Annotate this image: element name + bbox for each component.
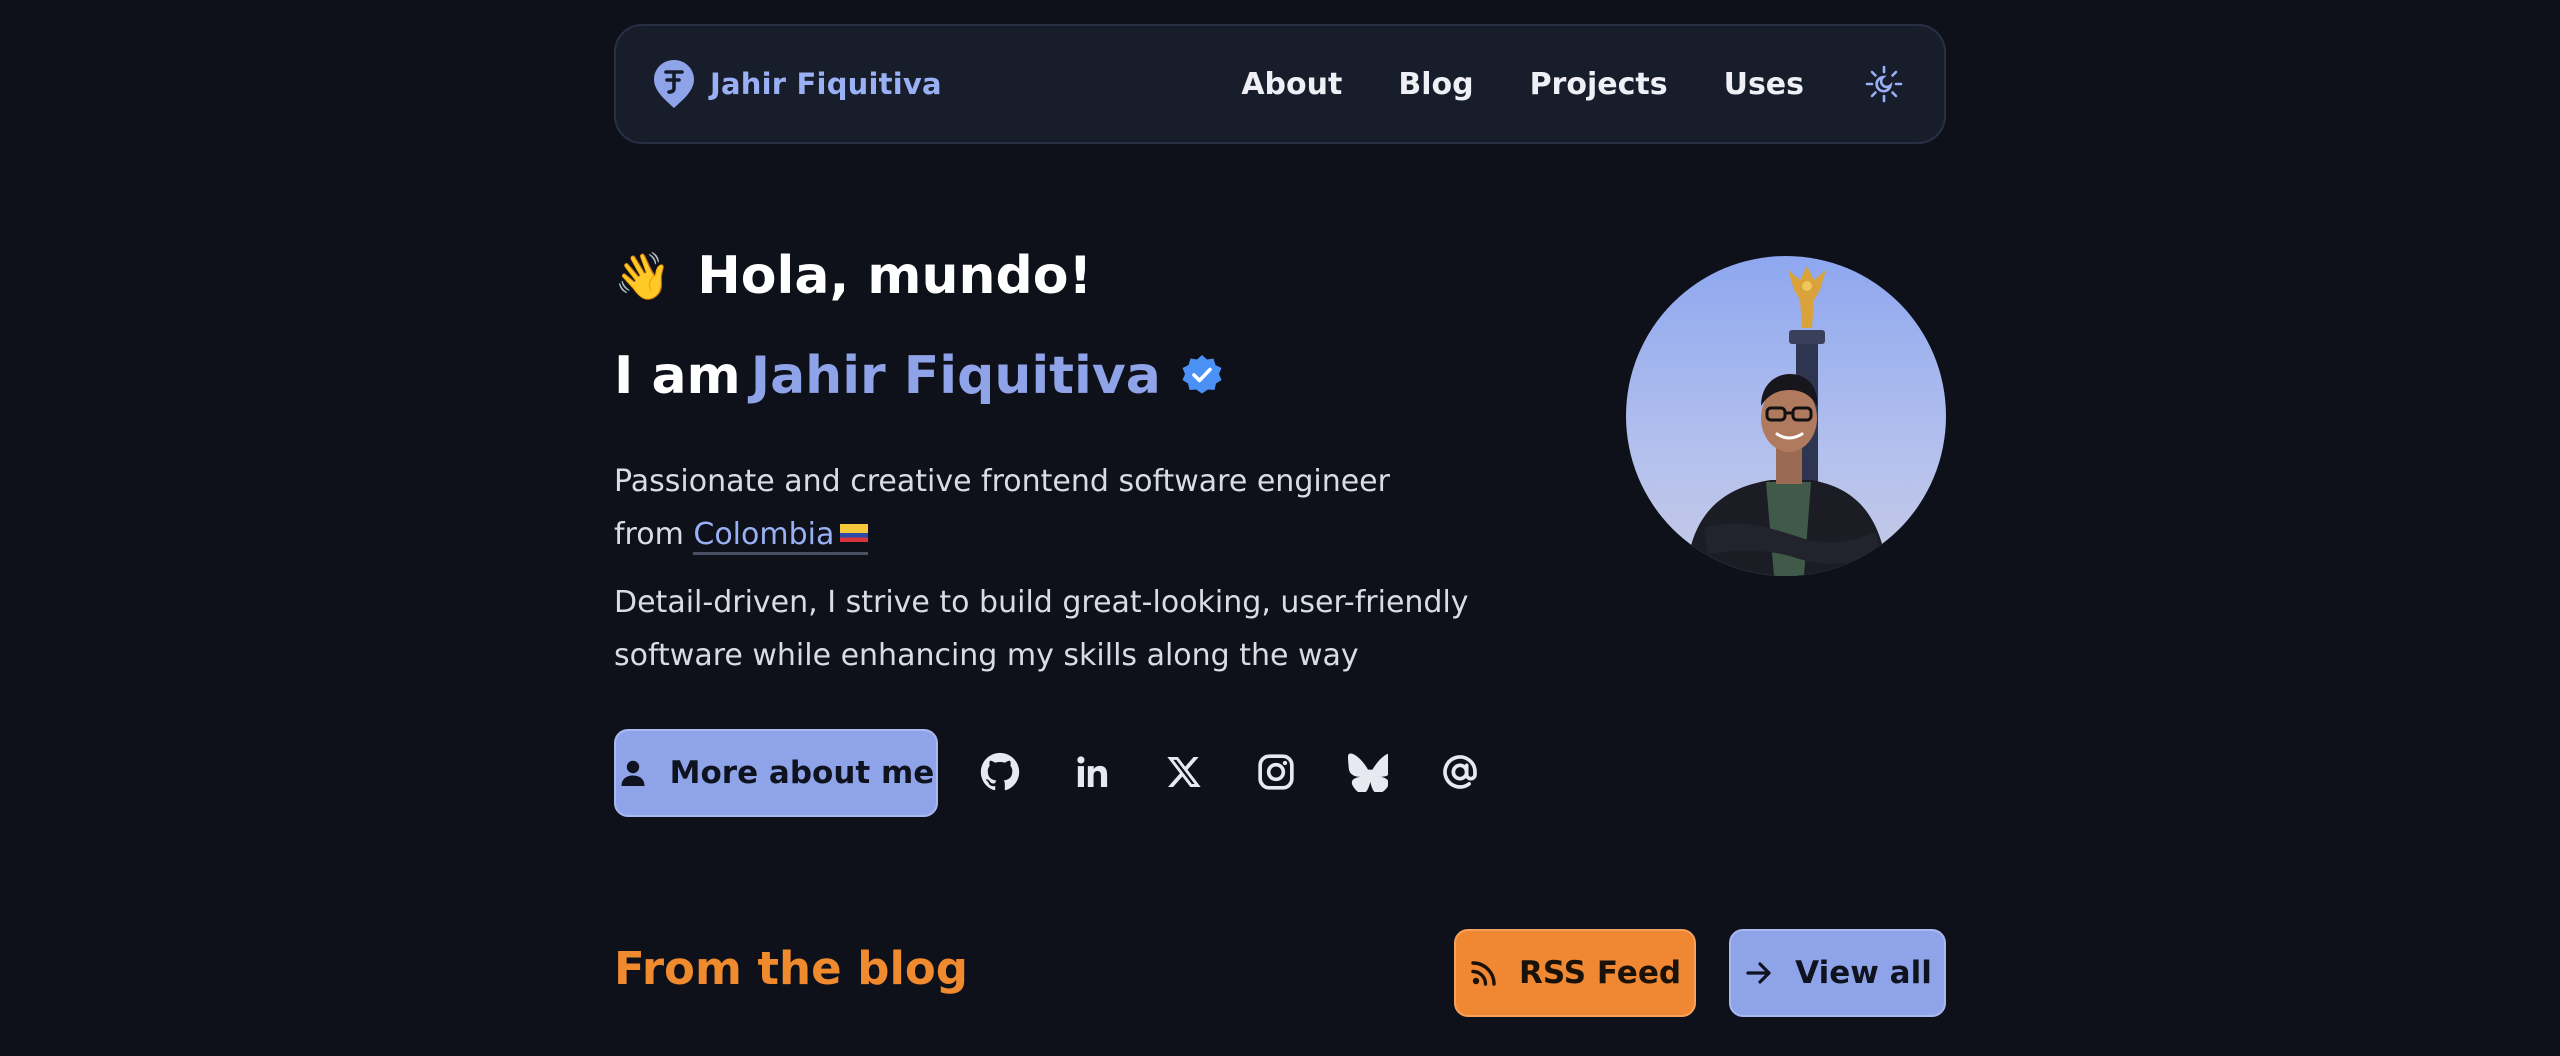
waving-hand-emoji: 👋: [614, 249, 672, 303]
more-about-me-label: More about me: [669, 755, 935, 791]
profile-avatar: [1626, 256, 1946, 576]
bio-detail: Detail-driven, I strive to build great-l…: [614, 576, 1474, 682]
view-all-label: View all: [1795, 955, 1932, 991]
github-icon: [980, 752, 1020, 791]
bio-detail-line1: Detail-driven, I strive to build great-l…: [614, 585, 1469, 620]
theme-toggle-button[interactable]: [1864, 64, 1904, 104]
site-header: Jahir Fiquitiva About Blog Projects Uses: [614, 24, 1946, 144]
greeting-text: Hola, mundo!: [697, 246, 1093, 306]
main-nav: About Blog Projects Uses: [1241, 67, 1804, 102]
arrow-right-icon: [1746, 962, 1771, 984]
linkedin-link[interactable]: [1072, 752, 1112, 792]
rss-icon: [1471, 961, 1496, 986]
country-name: Colombia: [693, 517, 835, 552]
linkedin-icon: [1077, 756, 1108, 787]
bio-intro-from: from: [614, 517, 684, 552]
verified-badge-icon: [1182, 355, 1222, 394]
rss-feed-button[interactable]: RSS Feed: [1454, 929, 1696, 1017]
bio-detail-line2: software while enhancing my skills along…: [614, 638, 1359, 673]
hero-name-heading: I am Jahir Fiquitiva: [614, 346, 1225, 406]
nav-projects[interactable]: Projects: [1530, 67, 1668, 102]
instagram-icon: [1258, 754, 1294, 790]
bio-intro: Passionate and creative frontend softwar…: [614, 455, 1474, 561]
nav-blog[interactable]: Blog: [1398, 67, 1473, 102]
iam-prefix: I am: [614, 346, 741, 406]
brand-logo-icon: [654, 60, 694, 108]
rss-feed-label: RSS Feed: [1518, 955, 1682, 991]
hero-greeting: 👋 Hola, mundo!: [614, 246, 1092, 306]
email-link[interactable]: [1440, 752, 1480, 792]
more-about-me-button[interactable]: More about me: [614, 729, 938, 817]
github-link[interactable]: [980, 752, 1020, 792]
brand-name: Jahir Fiquitiva: [710, 67, 942, 101]
colombia-flag-icon: [840, 523, 869, 542]
country-link[interactable]: Colombia: [693, 517, 869, 555]
blog-section-title: From the blog: [614, 942, 969, 995]
nav-uses[interactable]: Uses: [1724, 67, 1804, 102]
hero-name: Jahir Fiquitiva: [750, 346, 1161, 406]
social-links: [980, 752, 1480, 792]
bluesky-icon: [1348, 753, 1388, 792]
x-icon: [1167, 757, 1201, 787]
user-icon: [621, 760, 645, 786]
email-at-icon: [1443, 755, 1477, 789]
nav-about[interactable]: About: [1241, 67, 1342, 102]
view-all-button[interactable]: View all: [1729, 929, 1946, 1017]
bio-intro-line1: Passionate and creative frontend softwar…: [614, 464, 1390, 499]
instagram-link[interactable]: [1256, 752, 1296, 792]
theme-toggle-icon: [1865, 65, 1903, 103]
profile-photo-illustration: [1626, 256, 1946, 576]
brand-link[interactable]: Jahir Fiquitiva: [652, 58, 942, 110]
bluesky-link[interactable]: [1348, 752, 1388, 792]
x-link[interactable]: [1164, 752, 1204, 792]
